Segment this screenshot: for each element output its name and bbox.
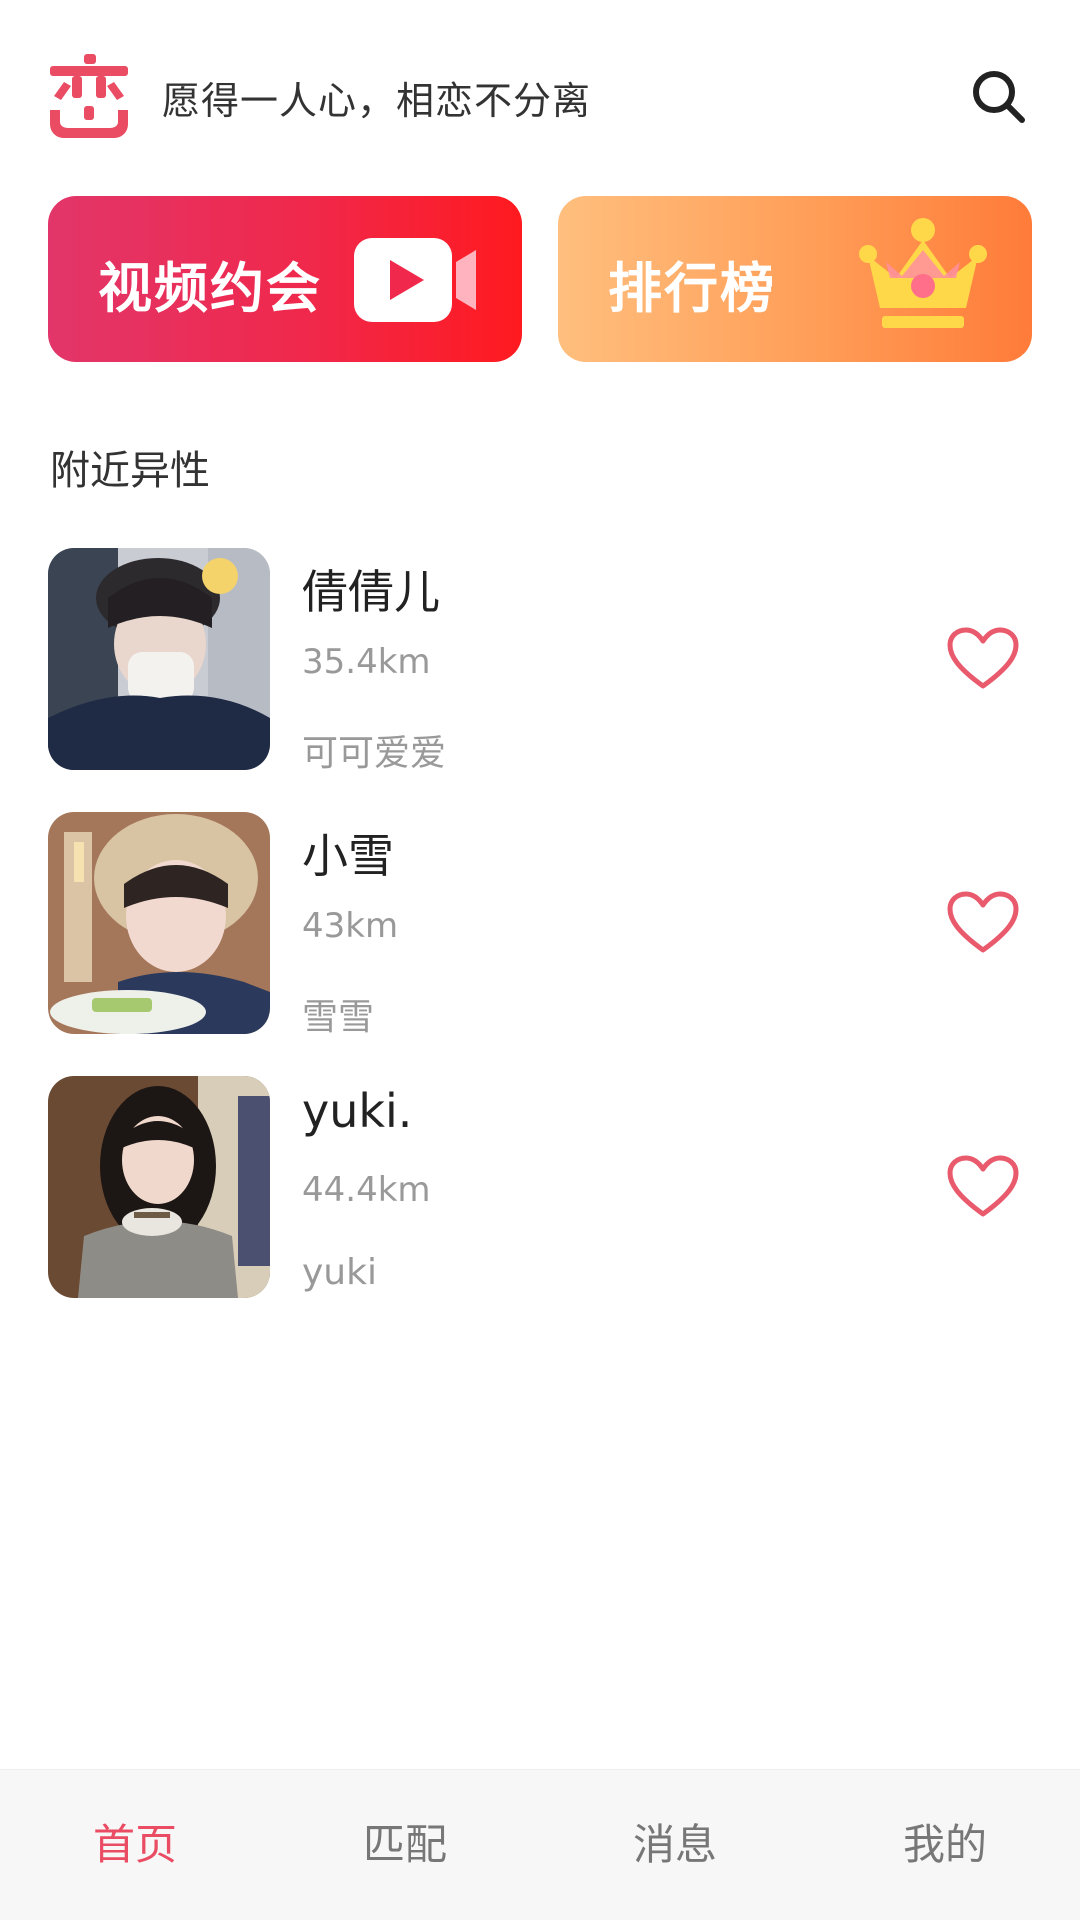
user-signature: 可可爱爱 (302, 733, 447, 774)
user-distance: 43km (302, 906, 399, 946)
user-list-item[interactable]: 倩倩儿 35.4km 可可爱爱 (0, 548, 1080, 774)
video-date-label: 视频约会 (98, 257, 322, 320)
user-avatar[interactable] (48, 1076, 270, 1298)
nearby-section-title: 附近异性 (50, 448, 210, 494)
ranking-label: 排行榜 (608, 257, 776, 320)
app-header: 愿得一人心，相恋不分离 (0, 0, 1080, 190)
search-icon[interactable] (968, 66, 1028, 126)
user-signature: 雪雪 (302, 997, 375, 1038)
video-camera-icon (354, 238, 476, 322)
lian-logo-icon (50, 54, 128, 138)
heart-icon[interactable] (946, 890, 1020, 956)
user-name: 小雪 (302, 829, 394, 883)
ranking-button[interactable]: 排行榜 (558, 196, 1032, 362)
tab-me[interactable]: 我的 (810, 1770, 1080, 1920)
user-avatar[interactable] (48, 812, 270, 1034)
nearby-user-list: 倩倩儿 35.4km 可可爱爱 小雪 43km 雪雪 yuki. 44.4km … (0, 548, 1080, 1340)
heart-icon[interactable] (946, 1154, 1020, 1220)
user-distance: 44.4km (302, 1170, 431, 1210)
tab-messages[interactable]: 消息 (540, 1770, 810, 1920)
user-name: 倩倩儿 (302, 565, 440, 619)
bottom-tab-bar: 首页 匹配 消息 我的 (0, 1769, 1080, 1920)
user-name: yuki. (302, 1084, 413, 1138)
heart-icon[interactable] (946, 626, 1020, 692)
video-date-button[interactable]: 视频约会 (48, 196, 522, 362)
crown-icon (859, 218, 987, 328)
user-list-item[interactable]: yuki. 44.4km yuki (0, 1076, 1080, 1298)
user-avatar[interactable] (48, 548, 270, 770)
tab-home[interactable]: 首页 (0, 1770, 270, 1920)
tab-match[interactable]: 匹配 (270, 1770, 540, 1920)
app-slogan: 愿得一人心，相恋不分离 (162, 79, 592, 123)
user-distance: 35.4km (302, 642, 431, 682)
user-signature: yuki (302, 1252, 377, 1293)
user-list-item[interactable]: 小雪 43km 雪雪 (0, 812, 1080, 1038)
